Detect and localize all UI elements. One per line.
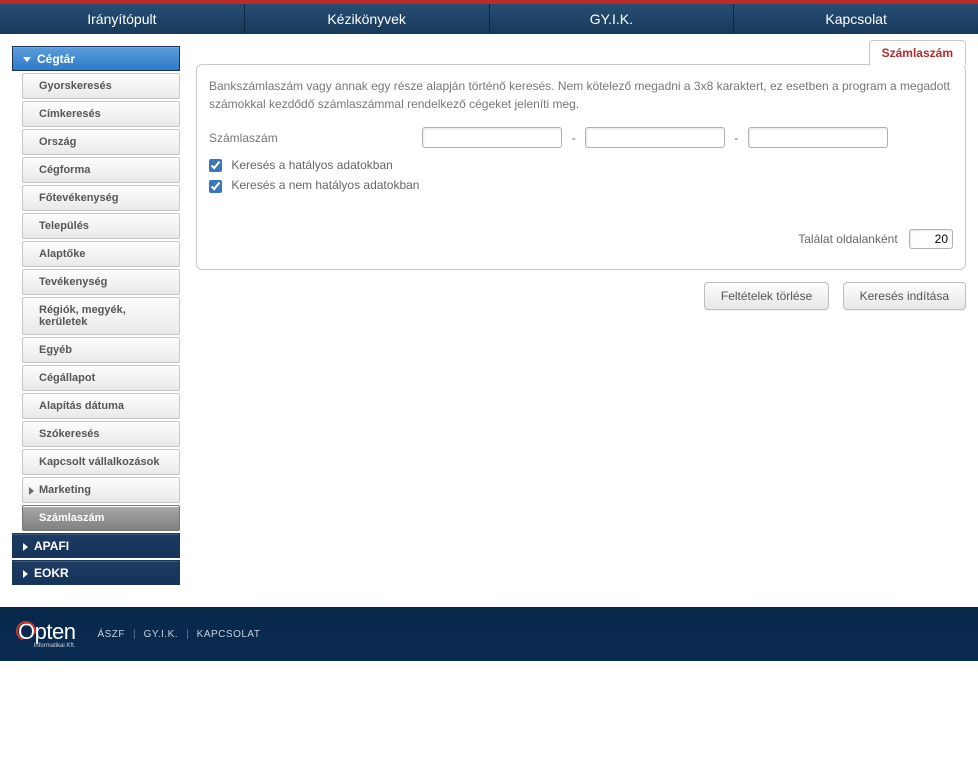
actions-row: Feltételek törlése Keresés indítása (196, 282, 966, 310)
sidebar-item-szamlaszam[interactable]: Számlaszám (22, 505, 180, 531)
account-number-row: Számlaszám - - (209, 127, 953, 148)
sidebar-item-kapcsolt[interactable]: Kapcsolt vállalkozások (22, 449, 180, 475)
check-nem-hatalyos[interactable] (209, 180, 222, 193)
footer: Opten Informatikai Kft. ÁSZF | GY.I.K. |… (0, 607, 978, 661)
separator: - (734, 131, 738, 145)
chevron-down-icon (23, 57, 31, 62)
sidebar-item-cegallapot[interactable]: Cégállapot (22, 365, 180, 391)
sidebar-item-orszag[interactable]: Ország (22, 129, 180, 155)
sidebar-group-eokr[interactable]: EOKR (12, 560, 180, 585)
footer-link-gyik[interactable]: GY.I.K. (144, 629, 178, 640)
sidebar-item-alapitas[interactable]: Alapítás dátuma (22, 393, 180, 419)
account-part-2-input[interactable] (585, 127, 725, 148)
sidebar-item-regiok[interactable]: Régiók, megyék, kerületek (22, 297, 180, 335)
account-part-3-input[interactable] (748, 127, 888, 148)
sidebar-item-alaptoke[interactable]: Alaptőke (22, 241, 180, 267)
sidebar-item-cimkereses[interactable]: Címkeresés (22, 101, 180, 127)
sidebar-item-gyorskereses[interactable]: Gyorskeresés (22, 73, 180, 99)
sidebar-group-cegtar[interactable]: Cégtár (12, 46, 180, 71)
check-nem-hatalyos-label: Keresés a nem hatályos adatokban (231, 178, 419, 192)
sidebar-group-apafi[interactable]: APAFI (12, 533, 180, 558)
check-hatalyos-row: Keresés a hatályos adatokban (209, 158, 953, 172)
chevron-right-icon (23, 543, 28, 551)
check-nem-hatalyos-row: Keresés a nem hatályos adatokban (209, 178, 953, 192)
chevron-right-icon (23, 570, 28, 578)
footer-logo[interactable]: Opten Informatikai Kft. (18, 619, 83, 649)
nav-manuals[interactable]: Kézikönyvek (245, 4, 490, 34)
panel-description: Bankszámlaszám vagy annak egy része alap… (209, 77, 953, 113)
nav-dashboard[interactable]: Irányítópult (0, 4, 245, 34)
content: Számlaszám Bankszámlaszám vagy annak egy… (196, 46, 966, 310)
nav-faq[interactable]: GY.I.K. (490, 4, 735, 34)
sidebar: Cégtár Gyorskeresés Címkeresés Ország Cé… (12, 46, 180, 587)
footer-separator: | (186, 629, 189, 640)
results-per-page-input[interactable] (909, 229, 953, 249)
chevron-right-icon (29, 487, 34, 495)
footer-link-aszf[interactable]: ÁSZF (97, 629, 125, 640)
sidebar-group-label: Cégtár (37, 52, 75, 66)
panel-tab-szamlaszam[interactable]: Számlaszám (869, 40, 966, 66)
results-per-page-label: Találat oldalanként (798, 232, 897, 246)
sidebar-group-label: EOKR (34, 566, 69, 580)
account-number-label: Számlaszám (209, 131, 419, 145)
sidebar-item-marketing[interactable]: Marketing (22, 477, 180, 503)
results-per-page-row: Találat oldalanként (209, 229, 953, 249)
sidebar-item-fotevekenyseg[interactable]: Főtevékenység (22, 185, 180, 211)
sidebar-item-cegforma[interactable]: Cégforma (22, 157, 180, 183)
footer-link-kapcsolat[interactable]: KAPCSOLAT (197, 629, 261, 640)
sidebar-group-label: APAFI (34, 539, 69, 553)
sidebar-item-label: Marketing (39, 484, 91, 496)
sidebar-item-tevekenyseg[interactable]: Tevékenység (22, 269, 180, 295)
account-part-1-input[interactable] (422, 127, 562, 148)
sidebar-item-egyeb[interactable]: Egyéb (22, 337, 180, 363)
clear-button[interactable]: Feltételek törlése (704, 282, 829, 310)
sidebar-item-szokereses[interactable]: Szókeresés (22, 421, 180, 447)
main-nav: Irányítópult Kézikönyvek GY.I.K. Kapcsol… (0, 4, 978, 34)
nav-contact[interactable]: Kapcsolat (734, 4, 978, 34)
search-button[interactable]: Keresés indítása (843, 282, 966, 310)
footer-separator: | (133, 629, 136, 640)
search-panel: Számlaszám Bankszámlaszám vagy annak egy… (196, 64, 966, 270)
separator: - (572, 131, 576, 145)
check-hatalyos-label: Keresés a hatályos adatokban (231, 158, 392, 172)
check-hatalyos[interactable] (209, 159, 222, 172)
sidebar-item-telepules[interactable]: Település (22, 213, 180, 239)
